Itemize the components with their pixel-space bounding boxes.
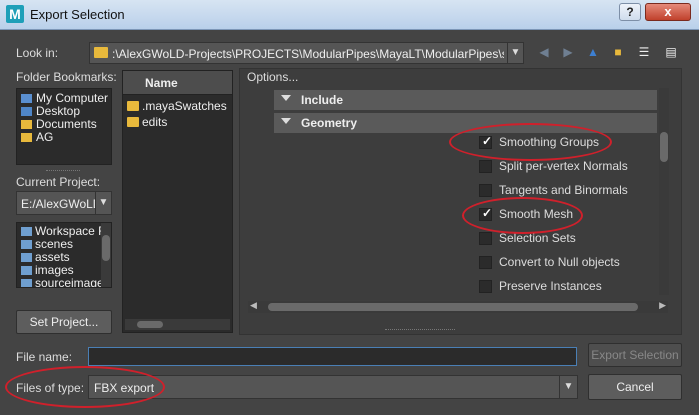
new-folder-icon[interactable]: ■ (610, 44, 626, 60)
scrollbar-thumb[interactable] (137, 321, 163, 328)
bookmark-item[interactable]: My Computer (21, 91, 108, 105)
project-value: E:/AlexGWoLD (21, 197, 95, 211)
bookmark-label: My Computer (36, 91, 109, 105)
checkbox[interactable] (479, 232, 492, 245)
option-label: Split per-vertex Normals (499, 159, 628, 173)
detail-view-icon[interactable]: ▤ (663, 44, 679, 60)
scrollbar-thumb[interactable] (660, 132, 668, 162)
file-item[interactable]: .mayaSwatches (127, 99, 227, 113)
folder-icon (21, 266, 32, 275)
folder-icon (127, 117, 139, 127)
bookmarks-label: Folder Bookmarks: (16, 70, 117, 84)
folder-icon (21, 240, 32, 249)
bookmark-item[interactable]: Desktop (21, 104, 80, 118)
documents-icon (21, 120, 32, 129)
chevron-down-icon[interactable]: ▼ (507, 43, 523, 63)
column-header-label: Name (145, 76, 178, 90)
checkbox[interactable] (479, 280, 492, 293)
section-label: Geometry (301, 116, 358, 130)
horizontal-scrollbar[interactable] (125, 319, 230, 330)
list-item-label: Workspace R (35, 224, 107, 238)
scrollbar-thumb[interactable] (268, 303, 638, 311)
folder-icon (21, 133, 32, 142)
cancel-button[interactable]: Cancel (588, 374, 682, 400)
chevron-down-icon[interactable]: ▼ (95, 192, 111, 214)
file-item-label: .mayaSwatches (142, 99, 227, 113)
folder-icon (21, 227, 32, 236)
current-project-label: Current Project: (16, 175, 101, 189)
list-item[interactable]: assets (21, 250, 70, 264)
column-header-name[interactable]: Name (123, 71, 232, 95)
bookmark-item[interactable]: AG (21, 130, 53, 144)
options-scroll-area[interactable]: Include Geometry ✓ Smoothing Groups Spli… (242, 87, 657, 329)
scroll-right-icon[interactable]: ▶ (659, 300, 666, 311)
project-dropdown[interactable]: E:/AlexGWoLD ▼ (16, 191, 112, 215)
option-label: Preserve Instances (499, 279, 602, 293)
list-item[interactable]: sourceimage (21, 276, 104, 288)
list-item-label: assets (35, 250, 70, 264)
export-selection-button[interactable]: Export Selection (588, 343, 682, 367)
options-horizontal-scrollbar[interactable]: ◀ ▶ (248, 300, 668, 313)
folder-icon (21, 253, 32, 262)
list-item-label: scenes (35, 237, 74, 251)
collapse-triangle-icon (281, 95, 291, 101)
section-include[interactable]: Include (274, 90, 657, 110)
checkbox[interactable] (479, 160, 492, 173)
bookmark-item[interactable]: Documents (21, 117, 97, 131)
file-name-input[interactable] (88, 347, 577, 366)
look-in-dropdown[interactable]: :\AlexGWoLD-Projects\PROJECTS\ModularPip… (89, 42, 524, 64)
option-label: Tangents and Binormals (499, 183, 628, 197)
help-button[interactable]: ? (619, 3, 641, 21)
splitter-handle[interactable] (385, 329, 455, 331)
checkbox[interactable] (479, 184, 492, 197)
list-item-label: sourceimage (35, 276, 104, 288)
file-list[interactable]: Name .mayaSwatches edits (122, 70, 233, 333)
set-project-button[interactable]: Set Project... (16, 310, 112, 334)
look-in-label: Look in: (16, 46, 59, 60)
bookmark-label: Documents (36, 117, 97, 131)
forward-icon[interactable]: ▶ (560, 44, 576, 60)
bookmark-label: Desktop (36, 104, 81, 118)
options-vertical-scrollbar[interactable] (659, 88, 669, 295)
title-bar: M Export Selection ? x (0, 0, 699, 30)
maya-logo-icon: M (6, 5, 24, 23)
folder-icon (21, 279, 32, 287)
back-icon[interactable]: ◀ (536, 44, 552, 60)
computer-icon (21, 94, 32, 103)
folder-icon (127, 101, 139, 111)
file-item[interactable]: edits (127, 115, 167, 129)
close-button[interactable]: x (645, 3, 691, 21)
project-folder-list[interactable]: Workspace R scenes assets images sourcei… (16, 222, 112, 288)
dialog-body: Look in: :\AlexGWoLD-Projects\PROJECTS\M… (0, 30, 699, 415)
list-item[interactable]: scenes (21, 237, 73, 251)
bookmarks-list[interactable]: My Computer Desktop Documents AG (16, 88, 112, 165)
file-name-label: File name: (16, 350, 73, 364)
up-folder-icon[interactable]: ▲ (585, 44, 601, 60)
bookmark-label: AG (36, 130, 54, 144)
desktop-icon (21, 107, 32, 116)
file-item-label: edits (142, 115, 168, 129)
list-item[interactable]: Workspace R (21, 224, 107, 238)
options-label: Options... (247, 70, 299, 84)
scrollbar-thumb[interactable] (102, 235, 110, 261)
look-in-path: :\AlexGWoLD-Projects\PROJECTS\ModularPip… (112, 47, 504, 61)
window-title: Export Selection (30, 7, 125, 22)
vertical-scrollbar[interactable] (101, 223, 111, 287)
annotation-circle (462, 197, 583, 234)
checkbox[interactable] (479, 256, 492, 269)
scroll-left-icon[interactable]: ◀ (250, 300, 257, 311)
option-label: Convert to Null objects (499, 255, 620, 269)
list-item[interactable]: images (21, 263, 74, 277)
splitter-handle[interactable] (46, 170, 80, 172)
annotation-circle (449, 123, 612, 161)
folder-icon (94, 47, 108, 58)
list-item-label: images (35, 263, 74, 277)
list-view-icon[interactable]: ☰ (636, 44, 652, 60)
section-label: Include (301, 93, 344, 107)
chevron-down-icon[interactable]: ▼ (559, 376, 577, 398)
annotation-circle (5, 366, 165, 408)
collapse-triangle-icon (281, 118, 291, 124)
